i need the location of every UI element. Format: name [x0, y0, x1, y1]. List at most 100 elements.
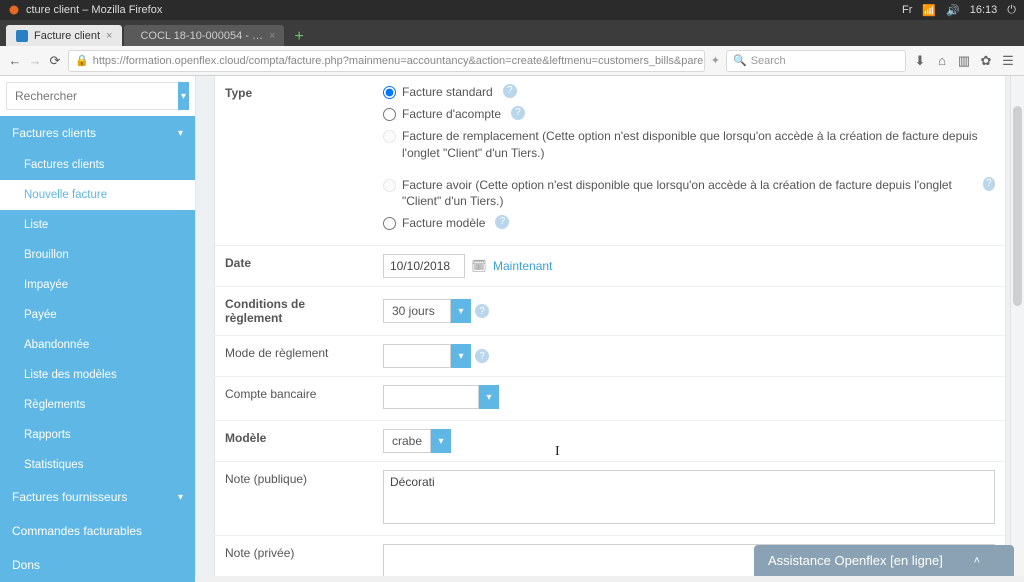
radio-avoir [383, 179, 396, 192]
browser-search[interactable]: 🔍 Search [726, 50, 906, 72]
row-type: Type Facture standard ? Facture d'acompt… [215, 76, 1005, 246]
sidebar-section-commandes-facturables[interactable]: Commandes facturables [0, 514, 195, 548]
conditions-value: 30 jours [383, 299, 451, 323]
reload-icon[interactable]: ⟳ [48, 54, 62, 68]
new-tab-button[interactable]: + [286, 28, 311, 46]
help-icon[interactable]: ? [983, 177, 995, 191]
lock-icon: 🔒 [75, 54, 89, 67]
section-label: Commandes facturables [12, 524, 142, 538]
section-label: Factures fournisseurs [12, 490, 127, 504]
sidebar-item-abandonnee[interactable]: Abandonnée [0, 330, 195, 360]
address-bar[interactable]: 🔒 https://formation.openflex.cloud/compt… [68, 50, 705, 72]
sidebar-section-dons[interactable]: Dons [0, 548, 195, 582]
sidebar: ▾ Factures clients ▾ Factures clients No… [0, 76, 196, 576]
sound-icon: 🔊 [946, 4, 960, 17]
home-icon[interactable]: ⌂ [934, 53, 950, 69]
radio-standard[interactable] [383, 86, 396, 99]
sidebar-search-input[interactable] [6, 82, 178, 110]
sidebar-item-impayee[interactable]: Impayée [0, 270, 195, 300]
chevron-down-icon: ▾ [178, 492, 183, 503]
row-conditions: Conditions de règlement 30 jours ▾ ? [215, 287, 1005, 336]
url-text: https://formation.openflex.cloud/compta/… [93, 55, 705, 67]
scrollbar-thumb[interactable] [1013, 106, 1022, 306]
label-modele: Modèle [215, 421, 373, 461]
section-label: Factures clients [12, 126, 96, 140]
sidebar-item-rapports[interactable]: Rapports [0, 420, 195, 450]
mode-select[interactable]: ▾ [383, 344, 471, 368]
menu-icon[interactable]: ☰ [1000, 53, 1016, 69]
help-icon[interactable]: ? [475, 349, 489, 363]
assistance-widget[interactable]: Assistance Openflex [en ligne] ˄ [754, 545, 1014, 576]
chevron-up-icon: ˄ [974, 555, 980, 567]
radio-remplacement-label: Facture de remplacement (Cette option n'… [402, 128, 995, 160]
forward-icon[interactable]: → [28, 54, 42, 68]
compte-select[interactable]: ▾ [383, 385, 499, 409]
row-date: Date 🗓 Maintenant [215, 246, 1005, 287]
help-icon[interactable]: ? [503, 84, 517, 98]
radio-avoir-label: Facture avoir (Cette option n'est dispon… [402, 177, 973, 209]
note-publique-textarea[interactable] [383, 470, 995, 524]
label-note-publique: Note (publique) [215, 462, 373, 535]
lang-indicator: Fr [902, 4, 912, 16]
browser-url-bar: ← → ⟳ 🔒 https://formation.openflex.cloud… [0, 46, 1024, 76]
tab-label: Facture client [34, 30, 100, 42]
chevron-down-icon: ▾ [451, 299, 471, 323]
date-input[interactable] [383, 254, 465, 278]
help-icon[interactable]: ? [475, 304, 489, 318]
sidebar-item-payee[interactable]: Payée [0, 300, 195, 330]
search-icon: 🔍 [733, 54, 747, 67]
window-title: cture client – Mozilla Firefox [26, 4, 162, 16]
close-icon[interactable]: × [269, 30, 275, 42]
sidebar-item-factures-clients[interactable]: Factures clients [0, 150, 195, 180]
radio-acompte[interactable] [383, 108, 396, 121]
text-cursor-icon: I [555, 444, 560, 460]
back-icon[interactable]: ← [8, 54, 22, 68]
radio-remplacement [383, 130, 396, 143]
modele-select[interactable]: crabe ▾ [383, 429, 451, 453]
network-icon: 📶 [922, 4, 936, 17]
scrollbar[interactable] [1010, 76, 1024, 576]
label-type: Type [215, 76, 373, 245]
mode-value [383, 344, 451, 368]
conditions-select[interactable]: 30 jours ▾ [383, 299, 471, 323]
radio-modele[interactable] [383, 217, 396, 230]
sidebar-item-brouillon[interactable]: Brouillon [0, 240, 195, 270]
chevron-down-icon: ▾ [431, 429, 451, 453]
label-date: Date [215, 246, 373, 286]
browser-tab-strip: Facture client × COCL 18-10-000054 - … ×… [0, 20, 1024, 46]
sidebar-item-liste-modeles[interactable]: Liste des modèles [0, 360, 195, 390]
sidebar-search: ▾ [0, 76, 195, 116]
row-mode: Mode de règlement ▾ ? [215, 336, 1005, 377]
label-note-privee: Note (privée) [215, 536, 373, 576]
radio-modele-label: Facture modèle [402, 215, 485, 231]
help-icon[interactable]: ? [511, 106, 525, 120]
sidebar-item-nouvelle-facture[interactable]: Nouvelle facture [0, 180, 195, 210]
browser-tab-inactive[interactable]: COCL 18-10-000054 - … × [124, 25, 284, 46]
sidebar-section-factures-clients[interactable]: Factures clients ▾ [0, 116, 195, 150]
calendar-icon[interactable]: 🗓 [469, 256, 489, 276]
sidebar-item-liste[interactable]: Liste [0, 210, 195, 240]
sidebar-item-statistiques[interactable]: Statistiques [0, 450, 195, 480]
chevron-down-icon: ▾ [479, 385, 499, 409]
addons-icon[interactable]: ✿ [978, 53, 994, 69]
compte-value [383, 385, 479, 409]
sidebar-section-factures-fournisseurs[interactable]: Factures fournisseurs ▾ [0, 480, 195, 514]
section-label: Dons [12, 558, 40, 572]
page: ▾ Factures clients ▾ Factures clients No… [0, 76, 1024, 576]
tab-label: COCL 18-10-000054 - … [140, 30, 263, 42]
chevron-down-icon: ▾ [451, 344, 471, 368]
now-link[interactable]: Maintenant [493, 259, 552, 273]
close-icon[interactable]: × [106, 30, 112, 42]
sidebar-search-button[interactable]: ▾ [178, 82, 189, 110]
library-icon[interactable]: ▥ [956, 53, 972, 69]
clock: 16:13 [970, 4, 998, 16]
row-compte: Compte bancaire ▾ [215, 377, 1005, 421]
tab-favicon [16, 30, 28, 42]
help-icon[interactable]: ? [495, 215, 509, 229]
modele-value: crabe [383, 429, 431, 453]
browser-tab-active[interactable]: Facture client × [6, 25, 122, 46]
row-note-publique: Note (publique) [215, 462, 1005, 536]
form-card: Type Facture standard ? Facture d'acompt… [214, 76, 1006, 576]
sidebar-item-reglements[interactable]: Règlements [0, 390, 195, 420]
download-icon[interactable]: ⬇ [912, 53, 928, 69]
